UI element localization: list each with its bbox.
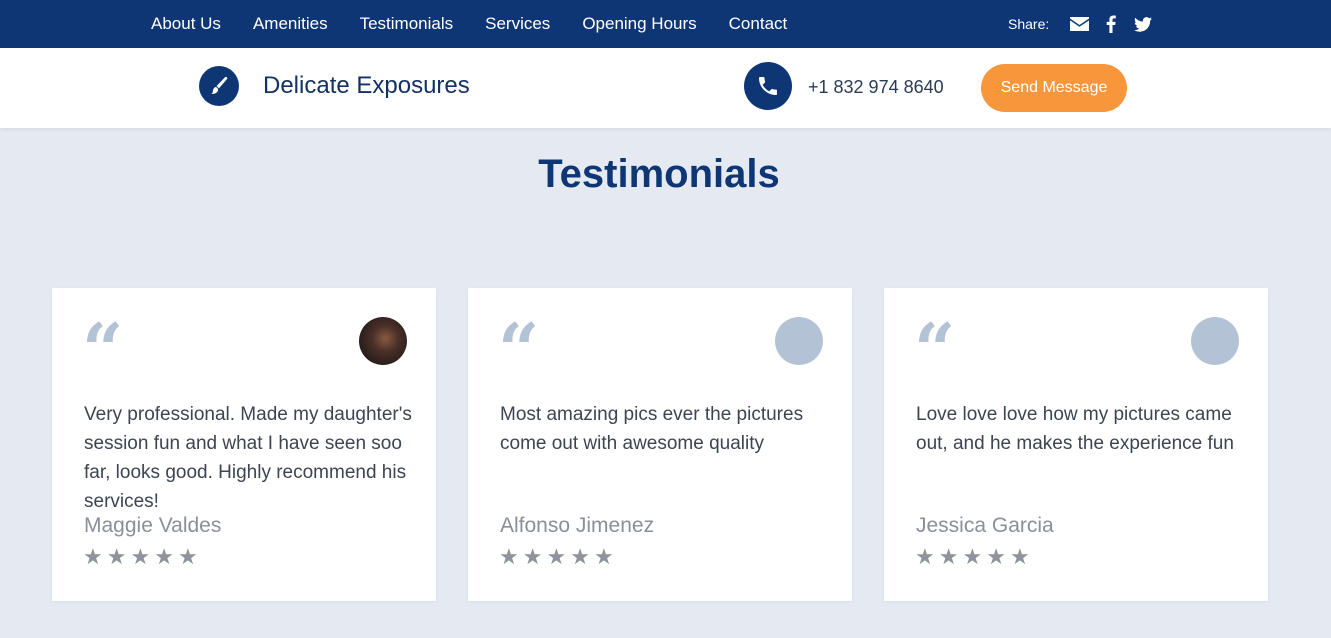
share-bar: Share: [1008, 0, 1165, 48]
star-rating: ★ ★ ★ ★ ★ [499, 544, 618, 570]
section-title: Testimonials [538, 152, 780, 196]
star-icon: ★ [986, 544, 1006, 569]
quote-icon: “ [498, 307, 540, 392]
star-icon: ★ [546, 544, 567, 569]
nav-link-services[interactable]: Services [485, 14, 550, 34]
testimonial-author: Jessica Garcia [916, 514, 1054, 537]
testimonial-text: Most amazing pics ever the pictures come… [500, 404, 804, 454]
site-header: Delicate Exposures +1 832 974 8640 Send … [0, 48, 1331, 128]
nav-link-amenities[interactable]: Amenities [253, 14, 328, 34]
nav-link-about-us[interactable]: About Us [151, 14, 221, 34]
star-icon: ★ [570, 544, 590, 569]
star-rating: ★ ★ ★ ★ ★ [83, 544, 202, 570]
nav-link-testimonials[interactable]: Testimonials [360, 14, 454, 34]
star-icon: ★ [593, 544, 614, 569]
star-icon: ★ [962, 544, 983, 569]
testimonial-author: Alfonso Jimenez [500, 514, 655, 537]
star-icon: ★ [106, 544, 127, 569]
star-rating: ★ ★ ★ ★ ★ [915, 544, 1034, 570]
testimonial-text: Love love love how my pictures came out,… [916, 404, 1234, 454]
testimonial-card: “ Most amazing pics ever the pictures co… [468, 288, 852, 601]
avatar [1191, 317, 1239, 365]
testimonial-card: “ Very professional. Made my daughter's … [52, 288, 436, 601]
star-icon: ★ [915, 544, 935, 569]
main-nav: About Us Amenities Testimonials Services… [151, 0, 819, 48]
star-icon: ★ [522, 544, 543, 569]
nav-link-opening-hours[interactable]: Opening Hours [582, 14, 696, 34]
nav-link-contact[interactable]: Contact [729, 14, 788, 34]
star-icon: ★ [130, 544, 151, 569]
star-icon: ★ [938, 544, 959, 569]
top-navigation-bar: About Us Amenities Testimonials Services… [0, 0, 1331, 48]
share-label: Share: [1008, 16, 1050, 32]
avatar [775, 317, 823, 365]
quote-icon: “ [914, 307, 956, 392]
brand-name[interactable]: Delicate Exposures [263, 72, 470, 100]
brush-icon[interactable] [199, 66, 239, 106]
avatar [359, 317, 407, 365]
phone-number[interactable]: +1 832 974 8640 [808, 77, 944, 98]
testimonial-card: “ Love love love how my pictures came ou… [884, 288, 1268, 601]
star-icon: ★ [83, 544, 103, 569]
star-icon: ★ [154, 544, 174, 569]
quote-icon: “ [82, 307, 124, 392]
envelope-icon[interactable] [1069, 14, 1089, 34]
testimonial-text: Very professional. Made my daughter's se… [84, 404, 412, 512]
star-icon: ★ [177, 544, 198, 569]
testimonial-author: Maggie Valdes [84, 514, 222, 537]
facebook-icon[interactable] [1101, 14, 1121, 34]
star-icon: ★ [499, 544, 519, 569]
twitter-icon[interactable] [1133, 14, 1153, 34]
phone-icon[interactable] [744, 62, 792, 110]
send-message-button[interactable]: Send Message [981, 64, 1127, 112]
star-icon: ★ [1009, 544, 1030, 569]
